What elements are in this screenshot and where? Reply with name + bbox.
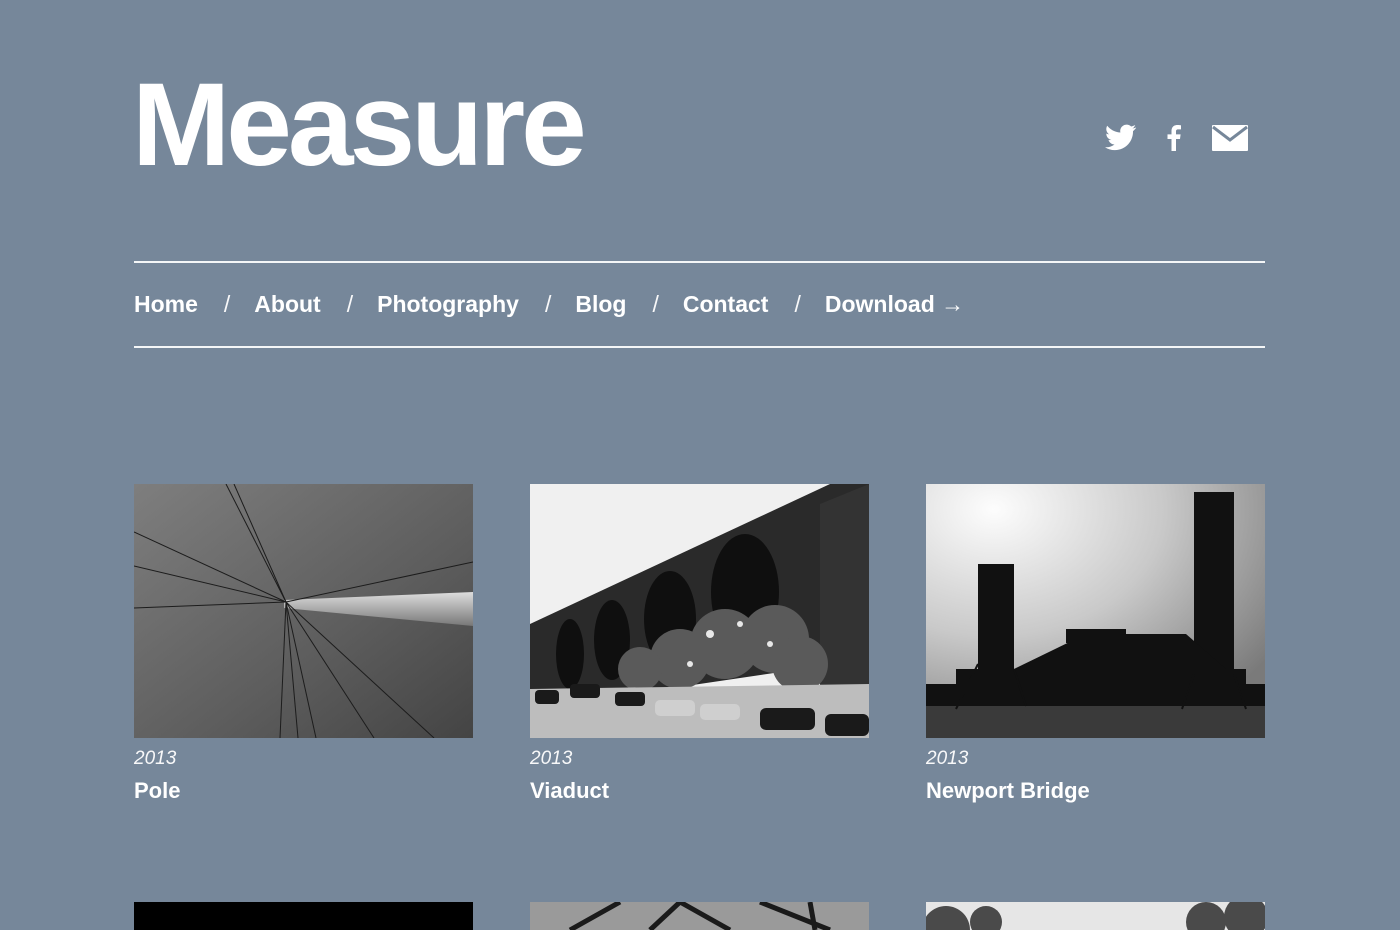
- photo-thumbnail[interactable]: [134, 902, 473, 930]
- photo-title[interactable]: Viaduct: [530, 778, 869, 804]
- nav-separator: /: [794, 291, 801, 317]
- nav-home[interactable]: Home: [134, 291, 198, 318]
- newport-bridge-photo: [926, 484, 1265, 738]
- nav-contact[interactable]: Contact: [683, 291, 769, 318]
- photo-thumbnail[interactable]: [926, 902, 1265, 930]
- viaduct-photo: [530, 484, 869, 738]
- trees-photo: [926, 902, 1265, 930]
- dark-photo: [134, 902, 473, 930]
- facebook-icon[interactable]: [1167, 125, 1181, 151]
- gallery-item-viaduct[interactable]: 2013 Viaduct: [530, 484, 869, 804]
- nav-photography[interactable]: Photography: [377, 291, 519, 318]
- main-nav: Home / About / Photography / Blog / Cont…: [134, 291, 964, 318]
- nav-separator: /: [223, 291, 231, 317]
- nav-blog[interactable]: Blog: [575, 291, 626, 318]
- pole-photo: [134, 484, 473, 738]
- nav-separator: /: [652, 291, 659, 317]
- photo-thumbnail[interactable]: [530, 484, 869, 738]
- gallery-item-newport-bridge[interactable]: 2013 Newport Bridge: [926, 484, 1265, 804]
- nav-bottom-divider: [134, 346, 1265, 348]
- photo-year: 2013: [926, 748, 969, 769]
- truss-photo: [530, 902, 869, 930]
- photo-thumbnail[interactable]: [530, 902, 869, 930]
- nav-download[interactable]: Download →: [825, 291, 964, 318]
- nav-separator: /: [544, 291, 552, 317]
- nav-separator: /: [346, 291, 354, 317]
- photo-thumbnail[interactable]: [134, 484, 473, 738]
- photo-thumbnail[interactable]: [926, 484, 1265, 738]
- photo-year: 2013: [530, 748, 573, 769]
- site-title[interactable]: Measure: [132, 66, 587, 184]
- photo-year: 2013: [134, 748, 177, 769]
- social-links: [1105, 124, 1248, 152]
- twitter-icon[interactable]: [1105, 124, 1137, 152]
- nav-about[interactable]: About: [254, 291, 320, 318]
- mail-icon[interactable]: [1212, 125, 1248, 151]
- gallery-item-pole[interactable]: 2013 Pole: [134, 484, 473, 804]
- photo-title[interactable]: Newport Bridge: [926, 778, 1265, 804]
- photo-title[interactable]: Pole: [134, 778, 473, 804]
- nav-top-divider: [134, 261, 1265, 263]
